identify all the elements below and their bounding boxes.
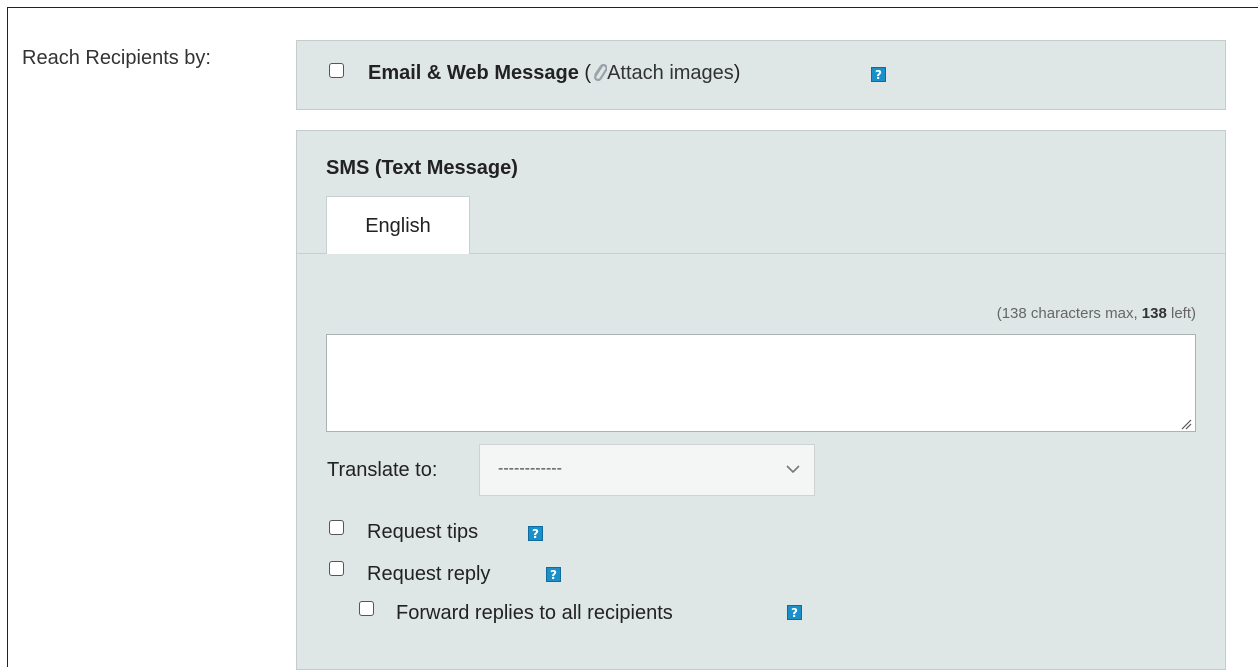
email-web-message-line: Email & Web Message ( Attach images)	[368, 62, 740, 85]
attach-open-paren: (	[584, 62, 592, 84]
forward-replies-help-icon[interactable]: ?	[787, 605, 802, 620]
email-web-message-label: Email & Web Message	[368, 62, 579, 84]
attach-images-link[interactable]: Attach images	[607, 62, 734, 84]
forward-replies-checkbox[interactable]	[359, 601, 374, 616]
translate-to-label: Translate to:	[327, 459, 438, 481]
char-count-suffix: left)	[1166, 305, 1196, 322]
request-tips-checkbox[interactable]	[329, 520, 344, 535]
request-reply-checkbox[interactable]	[329, 561, 344, 576]
request-tips-label: Request tips	[367, 521, 479, 543]
char-count-prefix: (138 characters max,	[996, 305, 1142, 322]
chevron-down-icon	[786, 465, 800, 474]
tab-english[interactable]: English	[326, 196, 470, 254]
resize-grip-icon[interactable]	[1180, 418, 1192, 430]
attach-close-paren: )	[733, 62, 741, 84]
sms-title: SMS (Text Message)	[326, 157, 518, 179]
translate-language-select[interactable]: ------------	[479, 444, 815, 496]
paperclip-icon	[594, 63, 608, 82]
request-tips-help-icon[interactable]: ?	[528, 526, 543, 541]
sms-message-input[interactable]	[326, 334, 1196, 432]
translate-selected-value: ------------	[498, 460, 562, 477]
email-web-message-checkbox[interactable]	[329, 63, 344, 78]
request-reply-label: Request reply	[367, 563, 491, 585]
request-reply-help-icon[interactable]: ?	[546, 567, 561, 582]
character-counter: (138 characters max, 138 left)	[997, 305, 1196, 322]
forward-replies-label: Forward replies to all recipients	[396, 602, 673, 624]
char-count-remaining: 138	[1141, 305, 1167, 322]
email-help-icon[interactable]: ?	[871, 67, 886, 82]
reach-recipients-label: Reach Recipients by:	[22, 47, 211, 69]
